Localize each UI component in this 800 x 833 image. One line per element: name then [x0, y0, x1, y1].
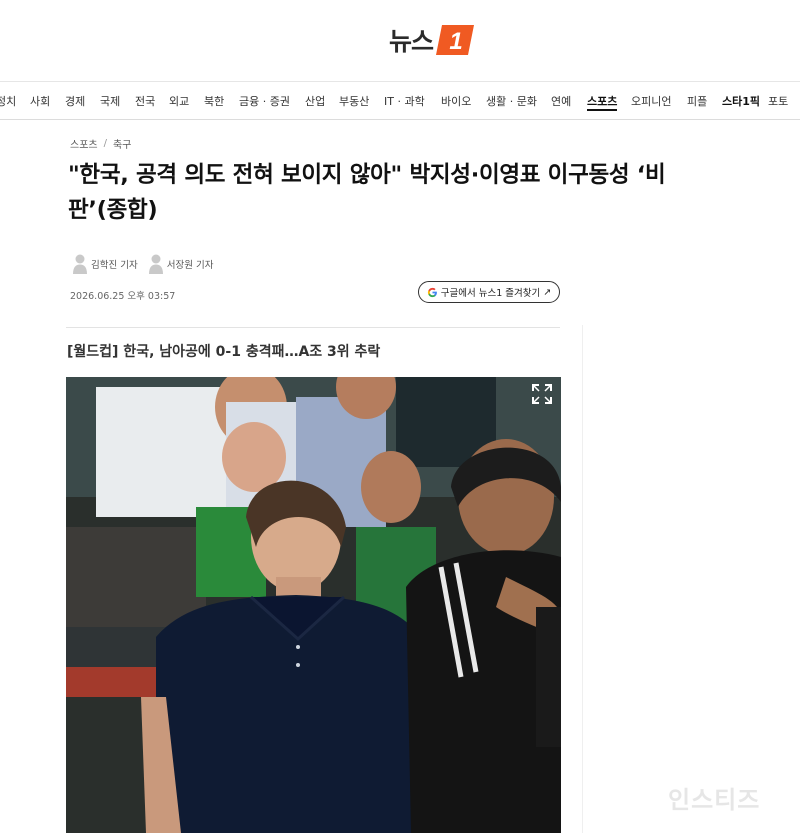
logo-text: 뉴스 [389, 27, 434, 56]
breadcrumb-subsection[interactable]: 축구 [113, 136, 131, 151]
divider [66, 327, 560, 328]
headline-line-2: 판’(종합) [68, 197, 158, 223]
nav-item-sports[interactable]: 스포츠 [587, 95, 618, 111]
reporter-name: 김학진 기자 [91, 260, 138, 271]
reporter-1[interactable]: 김학진 기자 [72, 253, 138, 275]
site-logo[interactable]: 뉴스 1 [389, 22, 476, 58]
nav-item-people[interactable]: 피플 [687, 95, 707, 108]
nav-item-diplomacy[interactable]: 외교 [169, 95, 189, 108]
nav-item-entertainment[interactable]: 연예 [551, 95, 571, 108]
nav-item-life-culture[interactable]: 생활 · 문화 [486, 95, 537, 108]
logo-mark-text: 1 [449, 28, 462, 55]
nav-item-nation[interactable]: 전국 [135, 95, 155, 108]
reporter-name: 서장원 기자 [166, 260, 214, 271]
nav-item-star1pick[interactable]: 스타1픽 [722, 95, 760, 108]
watermark: 인스티즈 [668, 786, 761, 814]
article-datetime: 2026.06.25 오후 03:57 [70, 291, 176, 302]
nav-item-finance[interactable]: 금융 · 증권 [239, 95, 290, 108]
google-g-icon [427, 287, 437, 297]
breadcrumb-separator: / [103, 138, 107, 149]
nav-item-world[interactable]: 국제 [100, 95, 120, 108]
nav-item-society[interactable]: 사회 [30, 95, 50, 108]
reporter-2[interactable]: 서장원 기자 [148, 253, 214, 275]
person-icon [148, 254, 163, 274]
external-link-icon: ↗ [543, 286, 552, 298]
person-icon [73, 254, 87, 274]
site-header: 뉴스 1 [0, 0, 800, 82]
nav-item-north-korea[interactable]: 북한 [204, 95, 224, 108]
google-button-label: 구글에서 뉴스1 즐겨찾기 [440, 288, 541, 299]
google-favorite-button[interactable]: 구글에서 뉴스1 즐겨찾기 ↗ [418, 281, 560, 303]
nav-item-politics[interactable]: 정치 [0, 95, 16, 108]
article-headline: "한국, 공격 의도 전혀 보이지 않아" 박지성·이영표 이구동성 ‘비 판’… [68, 158, 792, 228]
article-photo[interactable] [66, 377, 561, 833]
nav-item-real-estate[interactable]: 부동산 [339, 95, 369, 108]
breadcrumb: 스포츠 / 축구 [70, 136, 131, 151]
nav-item-opinion[interactable]: 오피니언 [631, 95, 671, 108]
main-nav: 정치 사회 경제 국제 전국 외교 북한 금융 · 증권 산업 부동산 IT ·… [0, 82, 800, 120]
nav-item-bio[interactable]: 바이오 [441, 95, 471, 108]
news1-logo-mark-icon: 1 [436, 25, 475, 55]
column-divider [582, 325, 583, 833]
nav-item-economy[interactable]: 경제 [65, 95, 85, 108]
photo-illustration [66, 377, 561, 833]
article-subheadline: [월드컵] 한국, 남아공에 0-1 충격패…A조 3위 추락 [67, 344, 381, 360]
headline-line-1: "한국, 공격 의도 전혀 보이지 않아" 박지성·이영표 이구동성 ‘비 [68, 162, 666, 188]
nav-item-industry[interactable]: 산업 [305, 95, 325, 108]
nav-item-photo[interactable]: 포토 [768, 95, 788, 108]
expand-icon[interactable] [531, 383, 553, 405]
byline: 김학진 기자 서장원 기자 [72, 253, 213, 275]
breadcrumb-section[interactable]: 스포츠 [70, 136, 98, 151]
nav-item-it-science[interactable]: IT · 과학 [384, 95, 425, 108]
